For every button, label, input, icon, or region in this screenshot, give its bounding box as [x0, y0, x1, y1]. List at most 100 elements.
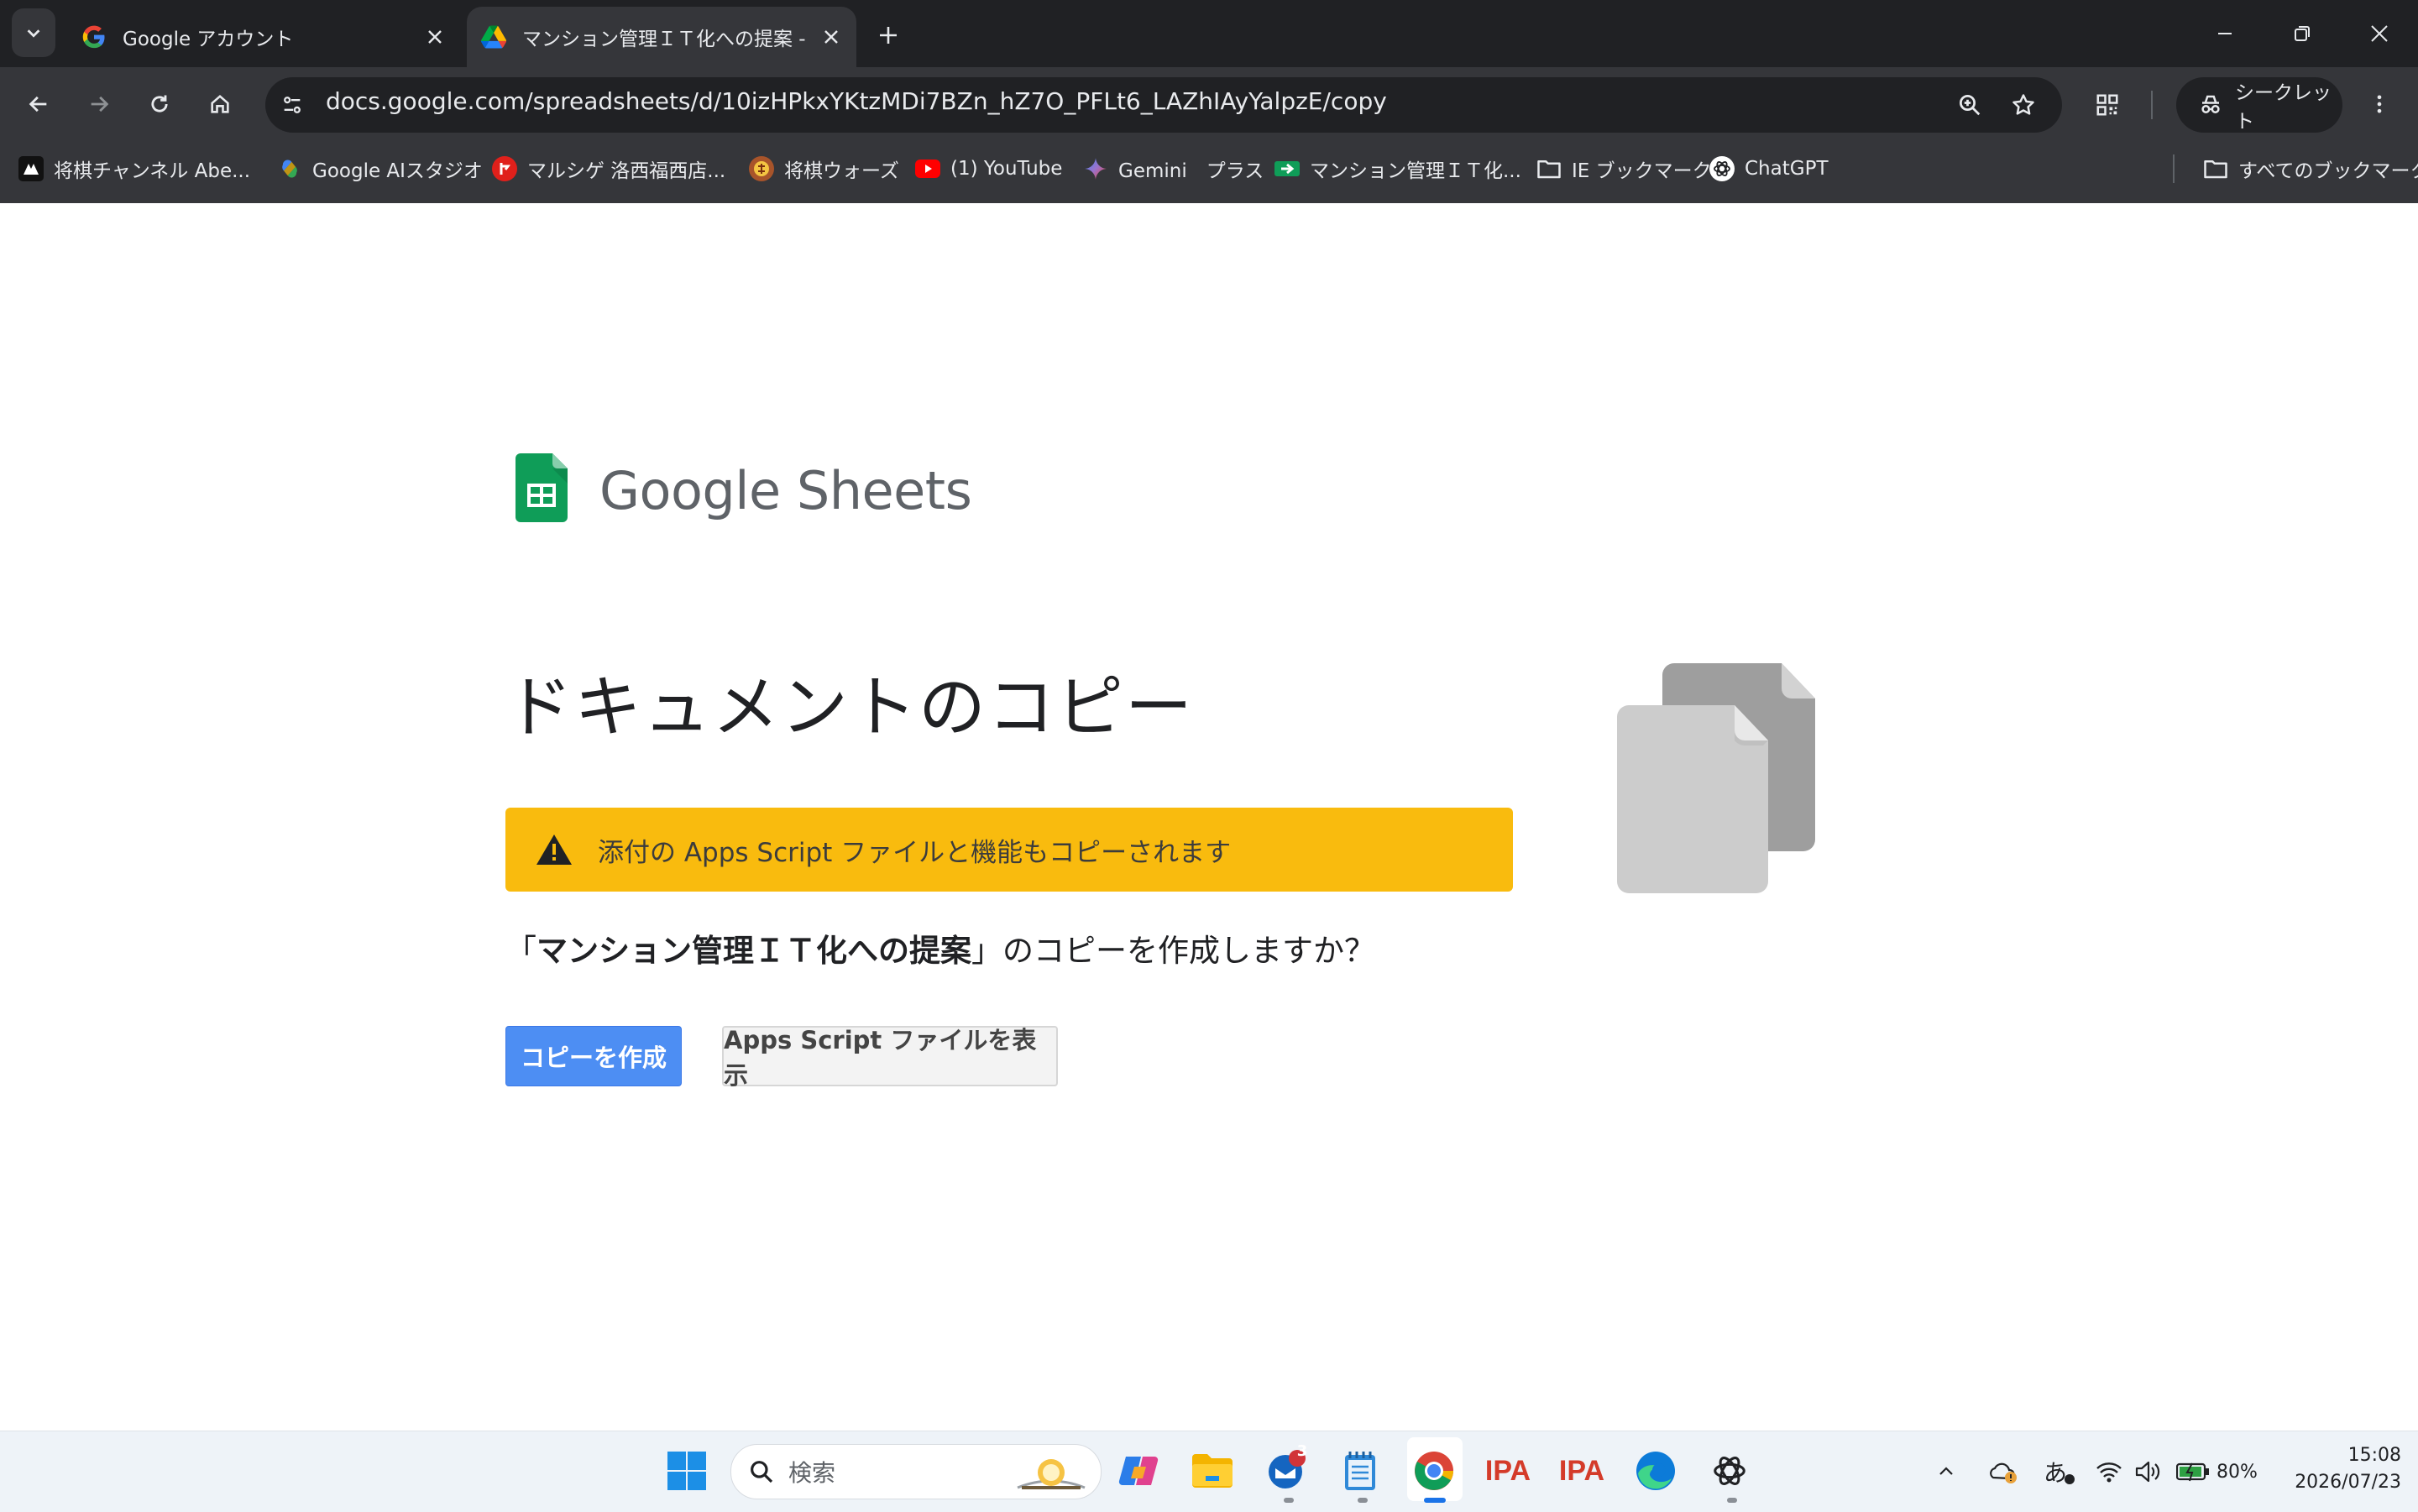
close-window-button[interactable]: [2354, 12, 2405, 55]
minimize-icon: [2218, 33, 2232, 34]
ipa-font-icon[interactable]: IPA: [1483, 1446, 1533, 1496]
active-indicator: [1424, 1498, 1446, 1503]
question-prefix: 「: [505, 933, 536, 969]
abema-icon: [18, 156, 44, 181]
bookmark-abema[interactable]: 将棋チャンネル Abe...: [18, 151, 250, 186]
system-clock[interactable]: 15:08 2026/07/23: [2267, 1442, 2401, 1496]
battery-indicator[interactable]: 80%: [2176, 1451, 2258, 1493]
bookmark-shogi-wars[interactable]: 将棋ウォーズ: [749, 151, 899, 186]
ime-indicator[interactable]: あ: [2044, 1451, 2075, 1493]
chatgpt-icon: [1709, 156, 1735, 181]
windows-start-icon[interactable]: [662, 1446, 712, 1496]
folder-icon: [2203, 156, 2228, 181]
bookmark-sheets-doc[interactable]: マンション管理ＩＴ化...: [1274, 151, 1521, 186]
incognito-indicator[interactable]: シークレット: [2176, 77, 2342, 133]
page-title: ドキュメントのコピー: [505, 668, 1194, 746]
reload-button[interactable]: [139, 84, 180, 124]
bookmark-chatgpt[interactable]: ChatGPT: [1709, 151, 1829, 186]
edge-icon[interactable]: [1630, 1446, 1681, 1496]
bookmark-ai-studio[interactable]: Google AIスタジオ: [277, 151, 483, 186]
chrome-icon[interactable]: [1409, 1446, 1459, 1496]
apps-script-warning-banner: 添付の Apps Script ファイルと機能もコピーされます: [505, 808, 1513, 892]
clock-date: 2026/07/23: [2295, 1472, 2401, 1493]
home-icon: [211, 94, 229, 113]
incognito-label: シークレット: [2235, 82, 2332, 133]
document-name: マンション管理ＩＴ化への提案: [536, 933, 971, 969]
close-tab-icon[interactable]: [418, 20, 452, 54]
tab-active-document[interactable]: マンション管理ＩＴ化への提案 - コ: [467, 7, 856, 67]
copy-question: 「マンション管理ＩＴ化への提案」のコピーを作成しますか？: [505, 925, 1375, 971]
make-copy-button[interactable]: コピーを作成: [505, 1026, 682, 1086]
browser-menu-button[interactable]: [2359, 84, 2400, 124]
new-tab-button[interactable]: [870, 17, 907, 54]
chevron-down-icon: [27, 29, 40, 38]
google-sheets-logo-icon: [516, 453, 568, 526]
view-apps-script-button[interactable]: Apps Script ファイルを表示: [722, 1026, 1058, 1090]
clock-time: 15:08: [2347, 1445, 2401, 1466]
tab-search-button[interactable]: [12, 8, 55, 57]
ai-studio-icon: [277, 156, 302, 181]
sheets-icon: [1274, 156, 1300, 181]
qr-code-icon[interactable]: [2087, 85, 2128, 125]
shogi-wars-icon: [749, 156, 774, 181]
google-g-icon: [81, 24, 107, 50]
running-indicator: [1358, 1498, 1368, 1503]
tab-google-account[interactable]: Google アカウント: [67, 7, 460, 67]
reload-icon: [151, 95, 168, 112]
tab-title: Google アカウント: [123, 29, 294, 50]
arrow-right-icon: [91, 96, 109, 112]
warning-text: 添付の Apps Script ファイルと機能もコピーされます: [598, 837, 1232, 868]
battery-charging-icon: [2176, 1462, 2209, 1482]
restore-icon: [2295, 26, 2310, 41]
more-vertical-icon: [2377, 95, 2382, 113]
google-drive-icon: [480, 24, 507, 50]
bookmarks-divider: [2173, 154, 2175, 183]
running-indicator: [1727, 1498, 1737, 1503]
chatgpt-app-icon[interactable]: [1704, 1446, 1755, 1496]
marushige-icon: [492, 156, 517, 181]
bookmark-marushige[interactable]: マルシゲ 洛西福西店...: [492, 151, 725, 186]
url-text[interactable]: docs.google.com/spreadsheets/d/10izHPkxY…: [326, 87, 1387, 115]
site-info-icon[interactable]: [272, 85, 312, 125]
gemini-icon: [1083, 156, 1108, 181]
toolbar-divider: [2151, 91, 2153, 119]
youtube-icon: [915, 156, 940, 181]
warning-icon: [536, 834, 573, 866]
ipa-font-icon-2[interactable]: IPA: [1557, 1446, 1607, 1496]
restore-button[interactable]: [2277, 12, 2327, 55]
onedrive-warning-icon[interactable]: [1988, 1451, 2018, 1493]
plus-icon: [880, 27, 897, 44]
incognito-icon: [2198, 92, 2223, 118]
close-icon: [2371, 25, 2388, 42]
google-sheets-wordmark: Google Sheets: [599, 460, 972, 521]
wifi-icon[interactable]: [2096, 1451, 2122, 1493]
chevron-up-icon: [1939, 1467, 1953, 1475]
running-indicator: [1284, 1498, 1294, 1503]
all-bookmarks[interactable]: すべてのブックマーク: [2203, 151, 2418, 186]
bookmark-youtube[interactable]: (1) YouTube: [915, 151, 1062, 186]
ime-status-icon: [2065, 1474, 2075, 1484]
zoom-icon[interactable]: [1950, 85, 1990, 125]
forward-button[interactable]: [79, 84, 119, 124]
taskbar-search-box[interactable]: 検索: [730, 1444, 1102, 1499]
bookmark-star-icon[interactable]: [2003, 85, 2044, 125]
home-button[interactable]: [200, 84, 240, 124]
question-suffix: 」のコピーを作成しますか？: [971, 933, 1375, 969]
arrow-left-icon: [29, 96, 47, 112]
copilot-icon[interactable]: [1113, 1446, 1164, 1496]
file-explorer-icon[interactable]: [1187, 1446, 1238, 1496]
close-tab-icon[interactable]: [814, 20, 848, 54]
copy-document-illustration-icon: [1617, 663, 1815, 897]
search-placeholder: 検索: [788, 1459, 836, 1487]
folder-icon: [1536, 156, 1562, 181]
search-icon: [748, 1458, 775, 1485]
minimize-button[interactable]: [2200, 12, 2250, 55]
bookmark-folder-ie[interactable]: IE ブックマーク: [1536, 151, 1712, 186]
notepad-icon[interactable]: [1335, 1446, 1385, 1496]
volume-icon[interactable]: [2134, 1451, 2161, 1493]
show-hidden-icons-button[interactable]: [1936, 1451, 1956, 1493]
battery-percent: 80%: [2216, 1461, 2258, 1483]
search-highlight-icon: [1013, 1451, 1089, 1493]
back-button[interactable]: [18, 84, 59, 124]
bookmark-gemini[interactable]: Gemini プラス: [1083, 151, 1264, 186]
